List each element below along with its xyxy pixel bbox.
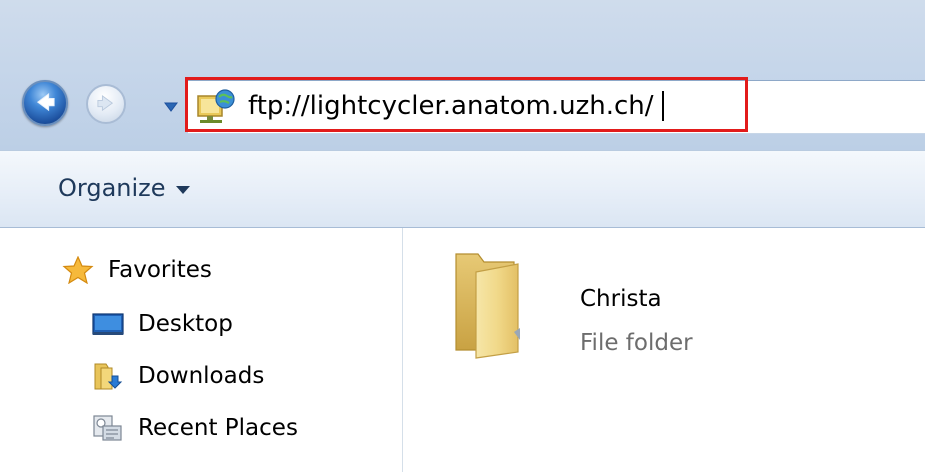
sidebar-item-favorites[interactable]: Favorites [62,256,212,284]
file-list: Christa File folder [403,228,925,472]
organize-button[interactable]: Organize [46,165,202,211]
forward-arrow-icon [97,95,114,112]
sidebar-item-label: Downloads [138,363,265,389]
back-arrow-icon [36,92,55,112]
item-name: Christa [580,286,662,312]
folder-icon [455,253,520,359]
sidebar-item-recent-places[interactable]: Recent Places [92,414,298,442]
organize-label: Organize [58,174,166,202]
sidebar-item-desktop[interactable]: Desktop [92,310,233,338]
back-button[interactable] [22,80,68,126]
sidebar-item-label: Recent Places [138,415,298,441]
recent-pages-dropdown[interactable] [164,98,178,112]
chevron-down-icon [164,102,178,112]
forward-button[interactable] [86,84,126,124]
star-icon [62,256,94,284]
text-cursor [662,91,664,121]
chevron-down-icon [175,185,190,194]
navigation-pane: Favorites Desktop Downloads Recent Place… [0,228,403,472]
sidebar-item-label: Favorites [108,257,212,283]
item-type: File folder [580,330,693,356]
ftp-site-icon [197,89,235,123]
downloads-icon [94,363,123,390]
list-item[interactable]: Christa File folder [448,246,788,376]
address-input[interactable] [248,87,718,125]
sidebar-item-label: Desktop [138,311,233,337]
recent-places-icon [93,415,122,441]
sidebar-item-downloads[interactable]: Downloads [92,362,264,390]
desktop-icon [92,313,124,335]
